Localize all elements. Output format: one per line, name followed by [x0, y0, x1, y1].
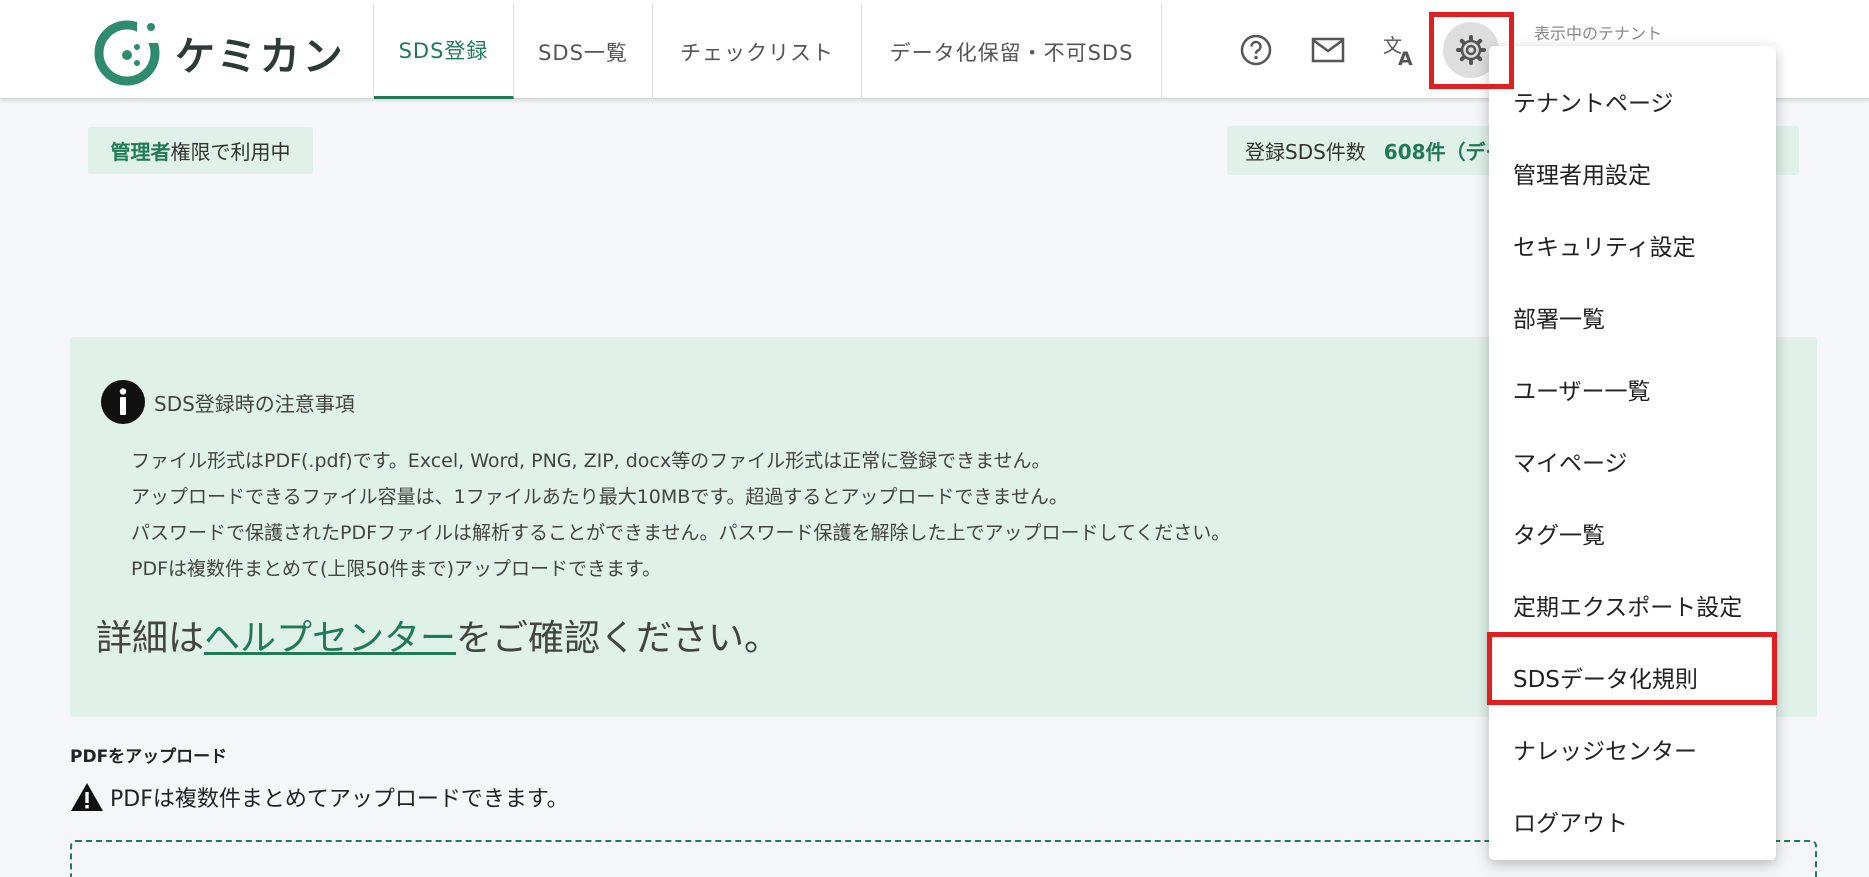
help-center-link[interactable]: ヘルプセンター: [204, 618, 456, 659]
notice-lines: ファイル形式はPDF(.pdf)です。Excel, Word, PNG, ZIP…: [131, 443, 1230, 587]
logo-text: ケミカン: [175, 34, 346, 80]
help-prefix: 詳細は: [96, 618, 205, 659]
notice-line: パスワードで保護されたPDFファイルは解析することができません。パスワード保護を…: [131, 522, 1231, 544]
menu-item-tenant-page[interactable]: テナントページ: [1489, 65, 1776, 137]
warning-icon: [71, 783, 103, 811]
role-suffix: 権限で利用中: [170, 140, 291, 164]
menu-item-department-list[interactable]: 部署一覧: [1489, 281, 1776, 353]
sds-count-label: 登録SDS件数: [1245, 140, 1366, 164]
svg-text:A: A: [1398, 48, 1413, 67]
menu-item-knowledge-center[interactable]: ナレッジセンター: [1489, 713, 1776, 785]
role-badge: 管理者 権限で利用中: [88, 127, 313, 174]
upload-warning-text: PDFは複数件まとめてアップロードできます。: [110, 787, 569, 812]
role-name: 管理者: [110, 140, 171, 164]
notice-header: SDS登録時の注意事項: [100, 379, 355, 425]
tab-sds-list[interactable]: SDS一覧: [514, 4, 653, 99]
menu-item-sds-data-rules[interactable]: SDSデータ化規則: [1489, 641, 1776, 713]
help-circle-icon: [1240, 34, 1272, 66]
logo-mark-icon: [94, 19, 161, 86]
tab-data-hold[interactable]: データ化保留・不可SDS: [862, 4, 1162, 99]
menu-item-admin-settings[interactable]: 管理者用設定: [1489, 137, 1776, 209]
notice-line: ファイル形式はPDF(.pdf)です。Excel, Word, PNG, ZIP…: [131, 450, 1051, 472]
menu-item-user-list[interactable]: ユーザー一覧: [1489, 353, 1776, 425]
settings-menu: テナントページ 管理者用設定 セキュリティ設定 部署一覧 ユーザー一覧 マイペー…: [1489, 46, 1776, 860]
mail-button[interactable]: [1300, 22, 1356, 78]
tenant-label: 表示中のテナント: [1534, 24, 1663, 43]
upload-section-label: PDFをアップロード: [70, 747, 228, 767]
sds-count-value: 608件（デー: [1383, 140, 1506, 164]
notice-title: SDS登録時の注意事項: [154, 391, 355, 416]
help-center-text: 詳細はヘルプセンターをご確認ください。: [96, 609, 780, 661]
upload-warning: PDFは複数件まとめてアップロードできます。: [70, 781, 569, 813]
tab-checklist[interactable]: チェックリスト: [653, 4, 862, 99]
tab-sds-register[interactable]: SDS登録: [374, 4, 514, 99]
help-button[interactable]: [1228, 22, 1284, 78]
app-logo[interactable]: ケミカン: [93, 19, 346, 87]
menu-item-scheduled-export[interactable]: 定期エクスポート設定: [1489, 569, 1776, 641]
help-suffix: をご確認ください。: [456, 618, 781, 659]
mail-icon: [1311, 37, 1345, 63]
menu-item-tag-list[interactable]: タグ一覧: [1489, 497, 1776, 569]
notice-line: PDFは複数件まとめて(上限50件まで)アップロードできます。: [131, 558, 662, 580]
menu-item-my-page[interactable]: マイページ: [1489, 425, 1776, 497]
main-nav: SDS登録 SDS一覧 チェックリスト データ化保留・不可SDS: [373, 4, 1162, 99]
gear-icon: [1456, 35, 1486, 65]
menu-item-logout[interactable]: ログアウト: [1489, 785, 1776, 857]
menu-item-security-settings[interactable]: セキュリティ設定: [1489, 209, 1776, 281]
notice-line: アップロードできるファイル容量は、1ファイルあたり最大10MBです。超過するとア…: [131, 486, 1068, 508]
translate-icon: 文 A: [1383, 35, 1413, 67]
translate-button[interactable]: 文 A: [1372, 22, 1428, 78]
info-icon: [101, 380, 145, 424]
